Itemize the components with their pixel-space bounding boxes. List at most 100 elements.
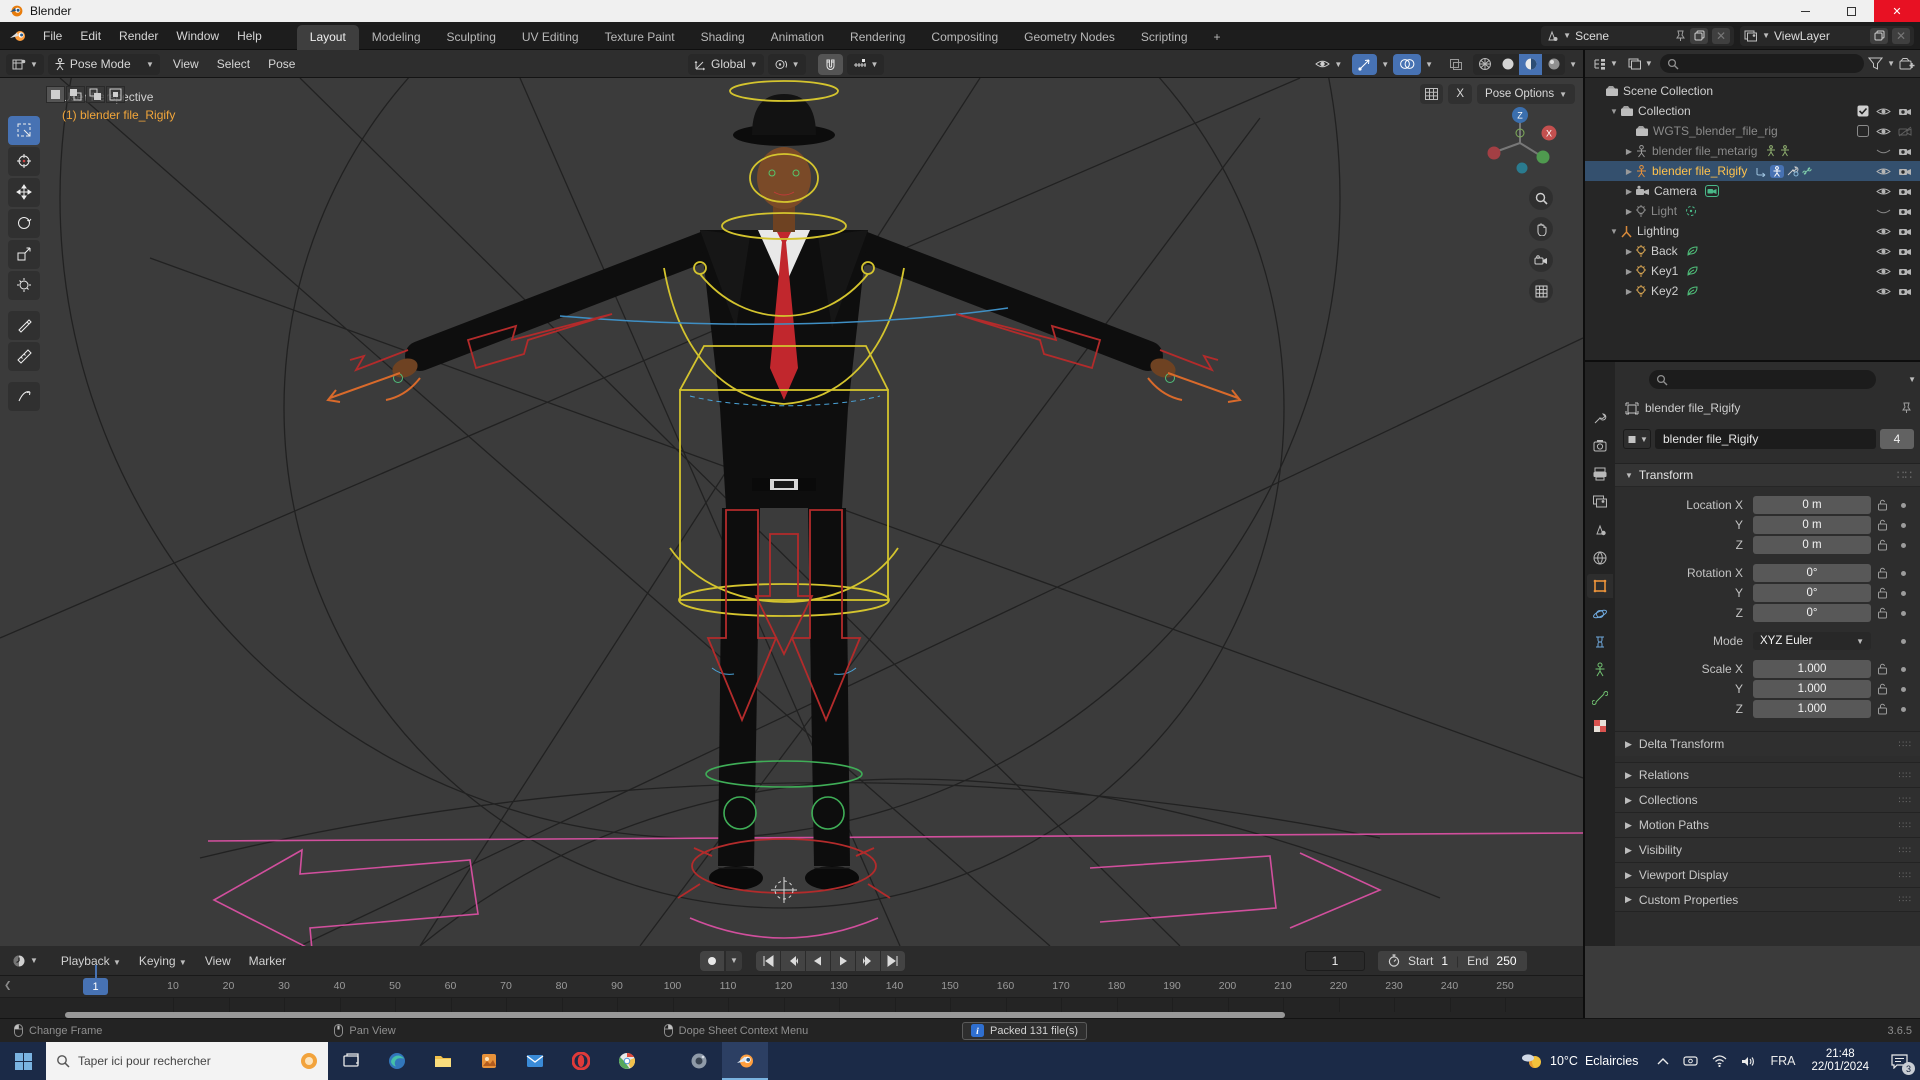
toggle-cam-icon[interactable] — [1898, 206, 1912, 217]
properties-options-dropdown[interactable]: ▼ — [1908, 375, 1916, 384]
pose-options-dropdown[interactable]: Pose Options ▼ — [1477, 84, 1575, 104]
animate-dot[interactable] — [1901, 542, 1906, 548]
animate-dot[interactable] — [1901, 686, 1906, 692]
outliner-row-blender-file-rigify[interactable]: ▶ blender file_Rigify — [1585, 161, 1920, 181]
tool-cursor[interactable] — [8, 147, 40, 176]
toggle-cam-icon[interactable] — [1898, 146, 1912, 157]
disclosure-triangle[interactable]: ▶ — [1623, 247, 1635, 256]
disclosure-triangle[interactable]: ▶ — [1623, 167, 1635, 176]
select-mode-set[interactable] — [46, 86, 65, 103]
menu-window[interactable]: Window — [167, 25, 228, 47]
menu-render[interactable]: Render — [110, 25, 167, 47]
transform-value[interactable]: 1.000 — [1753, 700, 1871, 718]
taskbar-app-mail[interactable] — [512, 1042, 558, 1080]
panel-grip[interactable]: ∷∷ — [1897, 468, 1912, 482]
timeline-editor-type-button[interactable]: ▼ — [6, 950, 44, 971]
current-frame-field[interactable]: 1 — [1305, 950, 1365, 971]
toggle-cam-icon[interactable] — [1898, 166, 1912, 177]
properties-search-input[interactable] — [1649, 370, 1877, 389]
properties-tab-world[interactable] — [1587, 546, 1613, 570]
remove-viewlayer-button[interactable]: ✕ — [1892, 27, 1910, 44]
unlock-icon[interactable] — [1877, 587, 1893, 599]
tray-chevron-icon[interactable] — [1650, 1057, 1676, 1065]
tab-shading[interactable]: Shading — [688, 25, 758, 50]
disclosure-triangle[interactable]: ▶ — [1623, 207, 1635, 216]
select-mode-extend[interactable] — [66, 86, 85, 103]
properties-tab-viewlayer[interactable] — [1587, 490, 1613, 514]
end-value[interactable]: 250 — [1497, 954, 1517, 968]
toggle-eye-icon[interactable] — [1876, 226, 1891, 237]
filter-dropdown[interactable]: ▼ — [1887, 59, 1895, 68]
clock-widget[interactable]: 21:48 22/01/2024 — [1802, 1048, 1878, 1074]
outliner-row-scene-collection[interactable]: Scene Collection — [1585, 81, 1920, 101]
toggle-uncheck-icon[interactable] — [1857, 125, 1869, 137]
tab-compositing[interactable]: Compositing — [918, 25, 1011, 50]
properties-tab-tool[interactable] — [1587, 406, 1613, 430]
new-scene-button[interactable] — [1690, 27, 1709, 44]
properties-tab-render[interactable] — [1587, 434, 1613, 458]
tab-texture-paint[interactable]: Texture Paint — [592, 25, 688, 50]
unlock-icon[interactable] — [1877, 499, 1893, 511]
transform-value[interactable]: 1.000 — [1753, 680, 1871, 698]
notification-center-button[interactable]: 3 — [1878, 1042, 1920, 1080]
animate-dot[interactable] — [1901, 590, 1906, 596]
outliner-search-input[interactable] — [1659, 54, 1865, 73]
section-motion-paths[interactable]: ▶ Motion Paths ∷∷ — [1615, 812, 1920, 837]
outliner-row-camera[interactable]: ▶ Camera — [1585, 181, 1920, 201]
record-button[interactable] — [700, 950, 724, 971]
transform-value[interactable]: 0° — [1753, 584, 1871, 602]
pin-icon[interactable] — [1901, 402, 1912, 414]
properties-tab-output[interactable] — [1587, 462, 1613, 486]
wifi-icon[interactable] — [1705, 1055, 1734, 1067]
viewport-menu-select[interactable]: Select — [208, 53, 259, 75]
toggle-cam-icon[interactable] — [1898, 186, 1912, 197]
tray-meet-icon[interactable] — [1676, 1055, 1705, 1067]
packed-files-status[interactable]: i Packed 131 file(s) — [962, 1021, 1088, 1040]
breadcrumb-object-name[interactable]: blender file_Rigify — [1645, 401, 1740, 415]
properties-tab-object[interactable] — [1587, 574, 1613, 598]
outliner-row-light[interactable]: ▶ Light — [1585, 201, 1920, 221]
zoom-icon[interactable] — [1529, 186, 1553, 210]
close-button[interactable]: ✕ — [1874, 0, 1920, 22]
unlock-icon[interactable] — [1877, 663, 1893, 675]
tool-pose[interactable] — [8, 382, 40, 411]
taskbar-app-explorer[interactable] — [420, 1042, 466, 1080]
unlock-icon[interactable] — [1877, 703, 1893, 715]
toggle-cam-icon[interactable] — [1898, 226, 1912, 237]
viewlayer-selector[interactable]: ▼ ViewLayer ✕ — [1740, 25, 1914, 46]
toggle-eye-icon[interactable] — [1876, 246, 1891, 257]
start-value[interactable]: 1 — [1441, 954, 1448, 968]
object-name-field[interactable]: blender file_Rigify — [1655, 429, 1876, 449]
show-hide-dropdown[interactable]: ▼ — [1309, 54, 1348, 75]
timeline-track-area[interactable] — [0, 998, 1583, 1012]
unlock-icon[interactable] — [1877, 519, 1893, 531]
unlock-icon[interactable] — [1877, 567, 1893, 579]
section-relations[interactable]: ▶ Relations ∷∷ — [1615, 762, 1920, 787]
section-collections[interactable]: ▶ Collections ∷∷ — [1615, 787, 1920, 812]
3d-viewport[interactable]: User Perspective (1) blender file_Rigify… — [0, 78, 1583, 946]
disclosure-triangle[interactable]: ▶ — [1623, 147, 1635, 156]
pin-icon[interactable] — [1675, 30, 1686, 42]
transform-value[interactable]: 0 m — [1753, 536, 1871, 554]
tab-rendering[interactable]: Rendering — [837, 25, 918, 50]
blender-logo-icon[interactable] — [8, 29, 28, 43]
transform-value[interactable]: 0 m — [1753, 516, 1871, 534]
unlock-icon[interactable] — [1877, 683, 1893, 695]
tool-move[interactable] — [8, 178, 40, 207]
taskbar-app-edge[interactable] — [374, 1042, 420, 1080]
gizmos-dropdown[interactable]: ▼ — [1381, 60, 1389, 69]
toggle-cam-icon[interactable] — [1898, 286, 1912, 297]
animate-dot[interactable] — [1901, 638, 1906, 644]
menu-help[interactable]: Help — [228, 25, 271, 47]
timeline-ruler[interactable]: ❮ 1 10 20 30 40 50 60 70 80 90 100 110 120 130 140 150… — [0, 976, 1583, 998]
viewport-menu-pose[interactable]: Pose — [259, 53, 304, 75]
shading-wireframe-button[interactable] — [1473, 54, 1496, 75]
ortho-grid-icon[interactable] — [1529, 279, 1553, 303]
rig-close-button[interactable]: X — [1448, 84, 1473, 104]
weather-widget[interactable]: 10°C Eclaircies — [1509, 1052, 1650, 1070]
outliner-row-lighting[interactable]: ▼ Lighting — [1585, 221, 1920, 241]
add-workspace-button[interactable]: + — [1201, 25, 1234, 50]
viewport-menu-view[interactable]: View — [164, 53, 208, 75]
tool-annotate[interactable] — [8, 311, 40, 340]
toggle-eye-icon[interactable] — [1876, 166, 1891, 177]
